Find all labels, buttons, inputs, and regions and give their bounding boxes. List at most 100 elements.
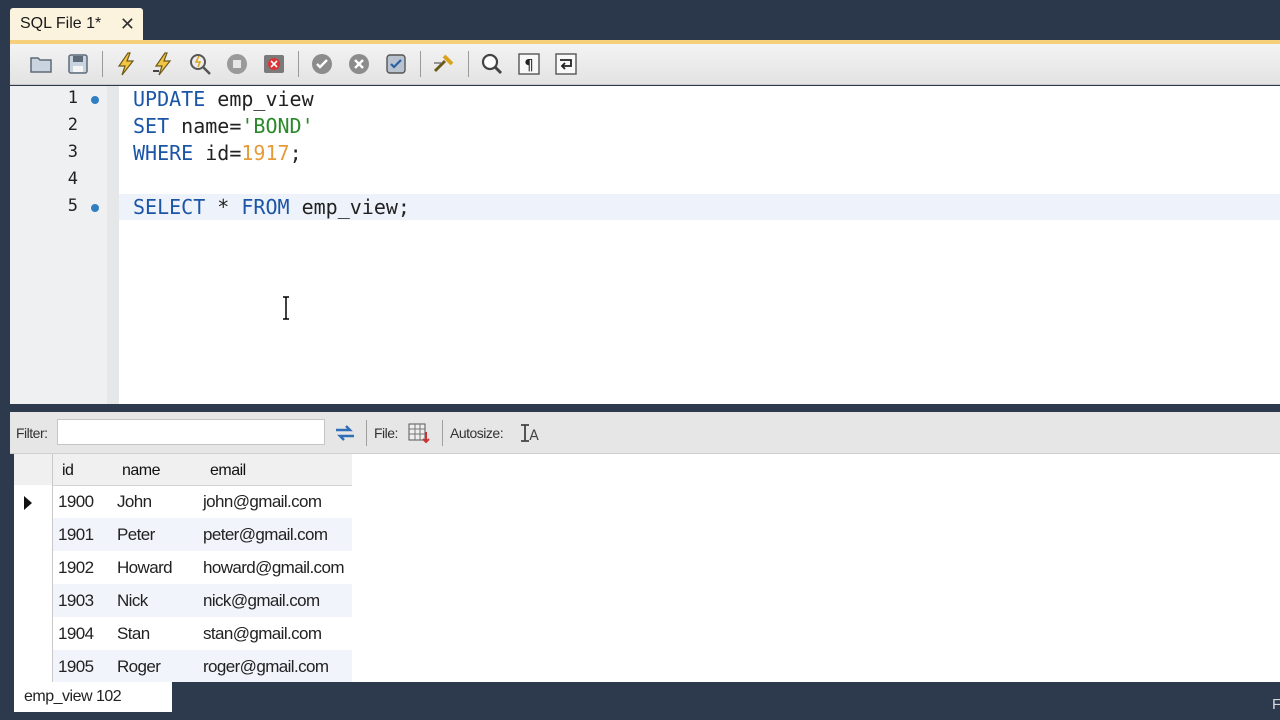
explain-icon[interactable] <box>185 49 215 79</box>
current-row-arrow-icon <box>24 496 32 510</box>
cell-id[interactable]: 1905 <box>58 657 94 677</box>
code-line[interactable]: SET name='BOND' <box>133 114 314 138</box>
text-cursor-icon <box>283 296 289 320</box>
sql-editor[interactable]: UPDATE emp_view SET name='BOND' WHERE id=1… <box>10 86 1280 404</box>
cell-name[interactable]: Roger <box>117 657 161 677</box>
result-tab-label: emp_view 102 <box>24 688 122 705</box>
row-selector[interactable] <box>14 617 53 650</box>
sql-text: * <box>205 195 242 219</box>
column-header-email[interactable]: email <box>210 462 246 480</box>
cell-name[interactable]: Peter <box>117 525 155 545</box>
row-selector[interactable] <box>14 584 53 617</box>
sql-text: emp_view <box>205 87 314 111</box>
tab-title: SQL File 1* <box>20 15 102 32</box>
row-selector[interactable] <box>14 485 53 518</box>
cell-id[interactable]: 1900 <box>58 492 94 512</box>
toolbar-separator <box>420 51 421 77</box>
cell-name[interactable]: Stan <box>117 624 150 644</box>
open-file-icon[interactable] <box>26 49 56 79</box>
left-border <box>0 40 10 685</box>
toggle-error-icon[interactable] <box>259 49 289 79</box>
autosize-icon[interactable]: A <box>518 421 542 445</box>
cell-email[interactable]: stan@gmail.com <box>203 624 322 644</box>
line-number: 4 <box>67 169 78 189</box>
bottom-bar <box>0 682 1280 720</box>
toolbar-separator <box>102 51 103 77</box>
autosize-label: Autosize: <box>450 425 504 441</box>
result-grid[interactable]: id name email 1900 John john@gmail.com 1… <box>14 454 1280 683</box>
column-header-id[interactable]: id <box>62 462 74 480</box>
cell-email[interactable]: peter@gmail.com <box>203 525 328 545</box>
sql-number: 1917 <box>241 141 290 165</box>
autocommit-icon[interactable] <box>381 49 411 79</box>
result-toolbar: Filter: File: Autosize: A <box>10 412 1280 454</box>
column-header-name[interactable]: name <box>122 462 161 480</box>
tab-sql-file[interactable]: SQL File 1* ✕ <box>10 8 143 40</box>
export-icon[interactable] <box>406 420 432 446</box>
line-number: 5 <box>67 196 78 216</box>
sql-text: ; <box>289 141 302 165</box>
line-number: 3 <box>67 142 78 162</box>
table-row[interactable]: 1900 John john@gmail.com <box>14 485 352 518</box>
pane-splitter[interactable] <box>10 404 1280 412</box>
commit-icon[interactable] <box>307 49 337 79</box>
toolbar-separator <box>442 420 443 446</box>
code-line[interactable]: WHERE id=1917; <box>133 141 302 165</box>
rollback-icon[interactable] <box>344 49 374 79</box>
row-selector[interactable] <box>14 551 53 584</box>
close-icon[interactable]: ✕ <box>120 14 135 35</box>
cell-name[interactable]: John <box>117 492 152 512</box>
toolbar-separator <box>298 51 299 77</box>
sql-keyword: SET <box>133 114 170 138</box>
save-icon[interactable] <box>63 49 93 79</box>
cell-id[interactable]: 1904 <box>58 624 94 644</box>
table-row[interactable]: 1901 Peter peter@gmail.com <box>14 518 352 551</box>
cell-email[interactable]: nick@gmail.com <box>203 591 320 611</box>
cell-id[interactable]: 1901 <box>58 525 94 545</box>
row-selector[interactable] <box>14 650 53 683</box>
cell-id[interactable]: 1903 <box>58 591 94 611</box>
fold-margin <box>107 86 119 404</box>
cell-name[interactable]: Nick <box>117 591 148 611</box>
code-line[interactable]: UPDATE emp_view <box>133 87 314 111</box>
result-tab[interactable]: emp_view 102 <box>14 682 172 712</box>
statement-marker-icon <box>91 204 99 212</box>
cell-email[interactable]: john@gmail.com <box>203 492 322 512</box>
cell-name[interactable]: Howard <box>117 558 173 578</box>
stop-icon[interactable] <box>222 49 252 79</box>
editor-toolbar: ¶ <box>10 44 1280 85</box>
row-selector-header[interactable] <box>14 454 53 485</box>
statement-marker-icon <box>91 96 99 104</box>
filter-label: Filter: <box>16 425 48 441</box>
find-icon[interactable] <box>477 49 507 79</box>
line-number: 1 <box>67 88 78 108</box>
code-line[interactable]: SELECT * FROM emp_view; <box>133 195 410 219</box>
execute-icon[interactable] <box>111 49 141 79</box>
table-row[interactable]: 1903 Nick nick@gmail.com <box>14 584 352 617</box>
table-row[interactable]: 1902 Howard howard@gmail.com <box>14 551 352 584</box>
cell-email[interactable]: roger@gmail.com <box>203 657 329 677</box>
cell-id[interactable]: 1902 <box>58 558 94 578</box>
sql-keyword: FROM <box>241 195 290 219</box>
sql-text: emp_view; <box>289 195 410 219</box>
svg-text:A: A <box>529 428 539 444</box>
execute-current-icon[interactable] <box>148 49 178 79</box>
refresh-icon[interactable] <box>332 420 358 446</box>
invisibles-icon[interactable]: ¶ <box>514 49 544 79</box>
row-selector[interactable] <box>14 518 53 551</box>
sql-text: name= <box>169 114 242 138</box>
filter-input[interactable] <box>57 419 325 445</box>
tab-strip: SQL File 1* ✕ <box>0 0 1280 40</box>
file-label: File: <box>374 425 398 441</box>
svg-text:¶: ¶ <box>524 56 534 74</box>
cell-email[interactable]: howard@gmail.com <box>203 558 344 578</box>
sql-string: 'BOND' <box>241 114 314 138</box>
beautify-icon[interactable] <box>429 49 459 79</box>
table-row[interactable]: 1904 Stan stan@gmail.com <box>14 617 352 650</box>
sql-keyword: SELECT <box>133 195 206 219</box>
edge-text: F <box>1272 696 1280 713</box>
sql-keyword: WHERE <box>133 141 194 165</box>
grid-header: id name email <box>14 454 352 486</box>
table-row[interactable]: 1905 Roger roger@gmail.com <box>14 650 352 683</box>
wrap-icon[interactable] <box>551 49 581 79</box>
